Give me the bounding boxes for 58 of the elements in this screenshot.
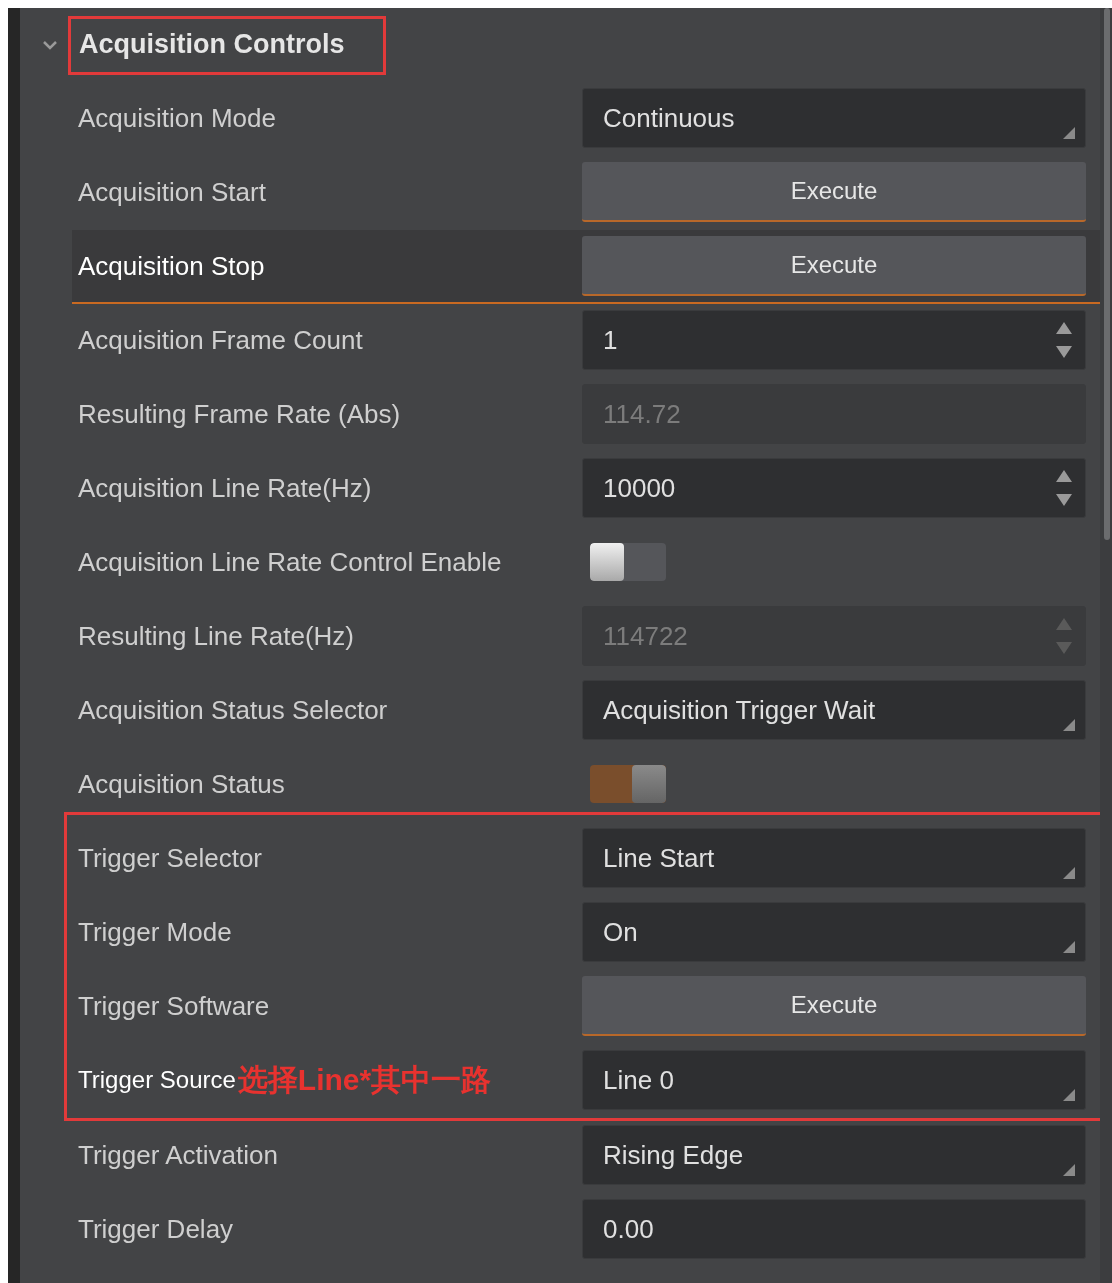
annotation-note: 选择Line*其中一路 — [237, 1061, 492, 1098]
property-label: Acquisition Frame Count — [78, 324, 363, 356]
property-row[interactable]: Acquisition Mode Continuous — [72, 82, 1100, 156]
toggle-switch[interactable] — [590, 765, 666, 803]
chevron-icon[interactable] — [42, 39, 58, 51]
property-label: Trigger Activation — [78, 1139, 278, 1171]
property-row[interactable]: Trigger Mode On — [72, 896, 1103, 970]
property-label: Acquisition Mode — [78, 102, 276, 134]
execute-button[interactable]: Execute — [582, 976, 1086, 1036]
property-row[interactable]: Acquisition Status — [72, 748, 1100, 822]
dropdown-corner-icon — [1063, 941, 1075, 953]
scrollbar[interactable] — [1100, 8, 1112, 1283]
property-row[interactable]: Trigger Activation Rising Edge — [72, 1119, 1100, 1193]
spinner-arrows-icon[interactable] — [1055, 468, 1073, 508]
property-label: Trigger Mode — [78, 916, 232, 948]
dropdown-field[interactable]: On — [582, 902, 1086, 962]
dropdown-field[interactable]: Line 0 — [582, 1050, 1086, 1110]
property-label: Acquisition Status Selector — [78, 694, 388, 726]
property-row[interactable]: Acquisition Status Selector Acquisition Trigger Wait — [72, 674, 1100, 748]
input-field[interactable]: 0.00 — [582, 1199, 1086, 1259]
property-label: Trigger Software — [78, 990, 270, 1022]
property-row[interactable]: Trigger Source选择Line*其中一路 Line 0 — [72, 1044, 1103, 1118]
execute-button[interactable]: Execute — [582, 162, 1086, 222]
property-label: Acquisition Status — [78, 768, 285, 800]
number-field[interactable]: 10000 — [582, 458, 1086, 518]
dropdown-corner-icon — [1063, 127, 1075, 139]
property-row[interactable]: Acquisition Line Rate Control Enable — [72, 526, 1100, 600]
property-row[interactable]: Trigger Software Execute — [72, 970, 1103, 1044]
dropdown-field[interactable]: Continuous — [582, 88, 1086, 148]
dropdown-corner-icon — [1063, 1089, 1075, 1101]
property-row[interactable]: Trigger Delay 0.00 — [72, 1193, 1100, 1267]
toggle-switch[interactable] — [590, 543, 666, 581]
property-label: Trigger Delay — [78, 1213, 234, 1245]
property-label: Acquisition Line Rate Control Enable — [78, 546, 502, 578]
spinner-arrows-icon[interactable] — [1055, 320, 1073, 360]
property-label: Trigger Source — [78, 1066, 236, 1094]
section-title: Acquisition Controls — [68, 15, 386, 75]
dropdown-field[interactable]: Acquisition Trigger Wait — [582, 680, 1086, 740]
dropdown-corner-icon — [1063, 1164, 1075, 1176]
property-label: Trigger Selector — [78, 842, 262, 874]
dropdown-field[interactable]: Line Start — [582, 828, 1086, 888]
property-label: Acquisition Start — [78, 176, 266, 208]
property-label: Resulting Frame Rate (Abs) — [78, 398, 401, 430]
property-label: Acquisition Line Rate(Hz) — [78, 472, 372, 504]
execute-button[interactable]: Execute — [582, 236, 1086, 296]
dropdown-corner-icon — [1063, 719, 1075, 731]
dropdown-corner-icon — [1063, 867, 1075, 879]
property-row[interactable]: Acquisition Start Execute — [72, 156, 1100, 230]
property-label: Resulting Line Rate(Hz) — [78, 620, 354, 652]
readonly-field: 114.72 — [582, 384, 1086, 444]
property-row[interactable]: Trigger Selector Line Start — [72, 822, 1103, 896]
dropdown-field[interactable]: Rising Edge — [582, 1125, 1086, 1185]
property-row[interactable]: Acquisition Frame Count 1 — [72, 304, 1100, 378]
property-row[interactable]: Acquisition Line Rate(Hz) 10000 — [72, 452, 1100, 526]
number-field[interactable]: 1 — [582, 310, 1086, 370]
property-label: Acquisition Stop — [78, 250, 265, 282]
property-row[interactable]: Resulting Frame Rate (Abs) 114.72 — [72, 378, 1100, 452]
selected-row[interactable]: Acquisition Stop Execute — [72, 230, 1100, 304]
